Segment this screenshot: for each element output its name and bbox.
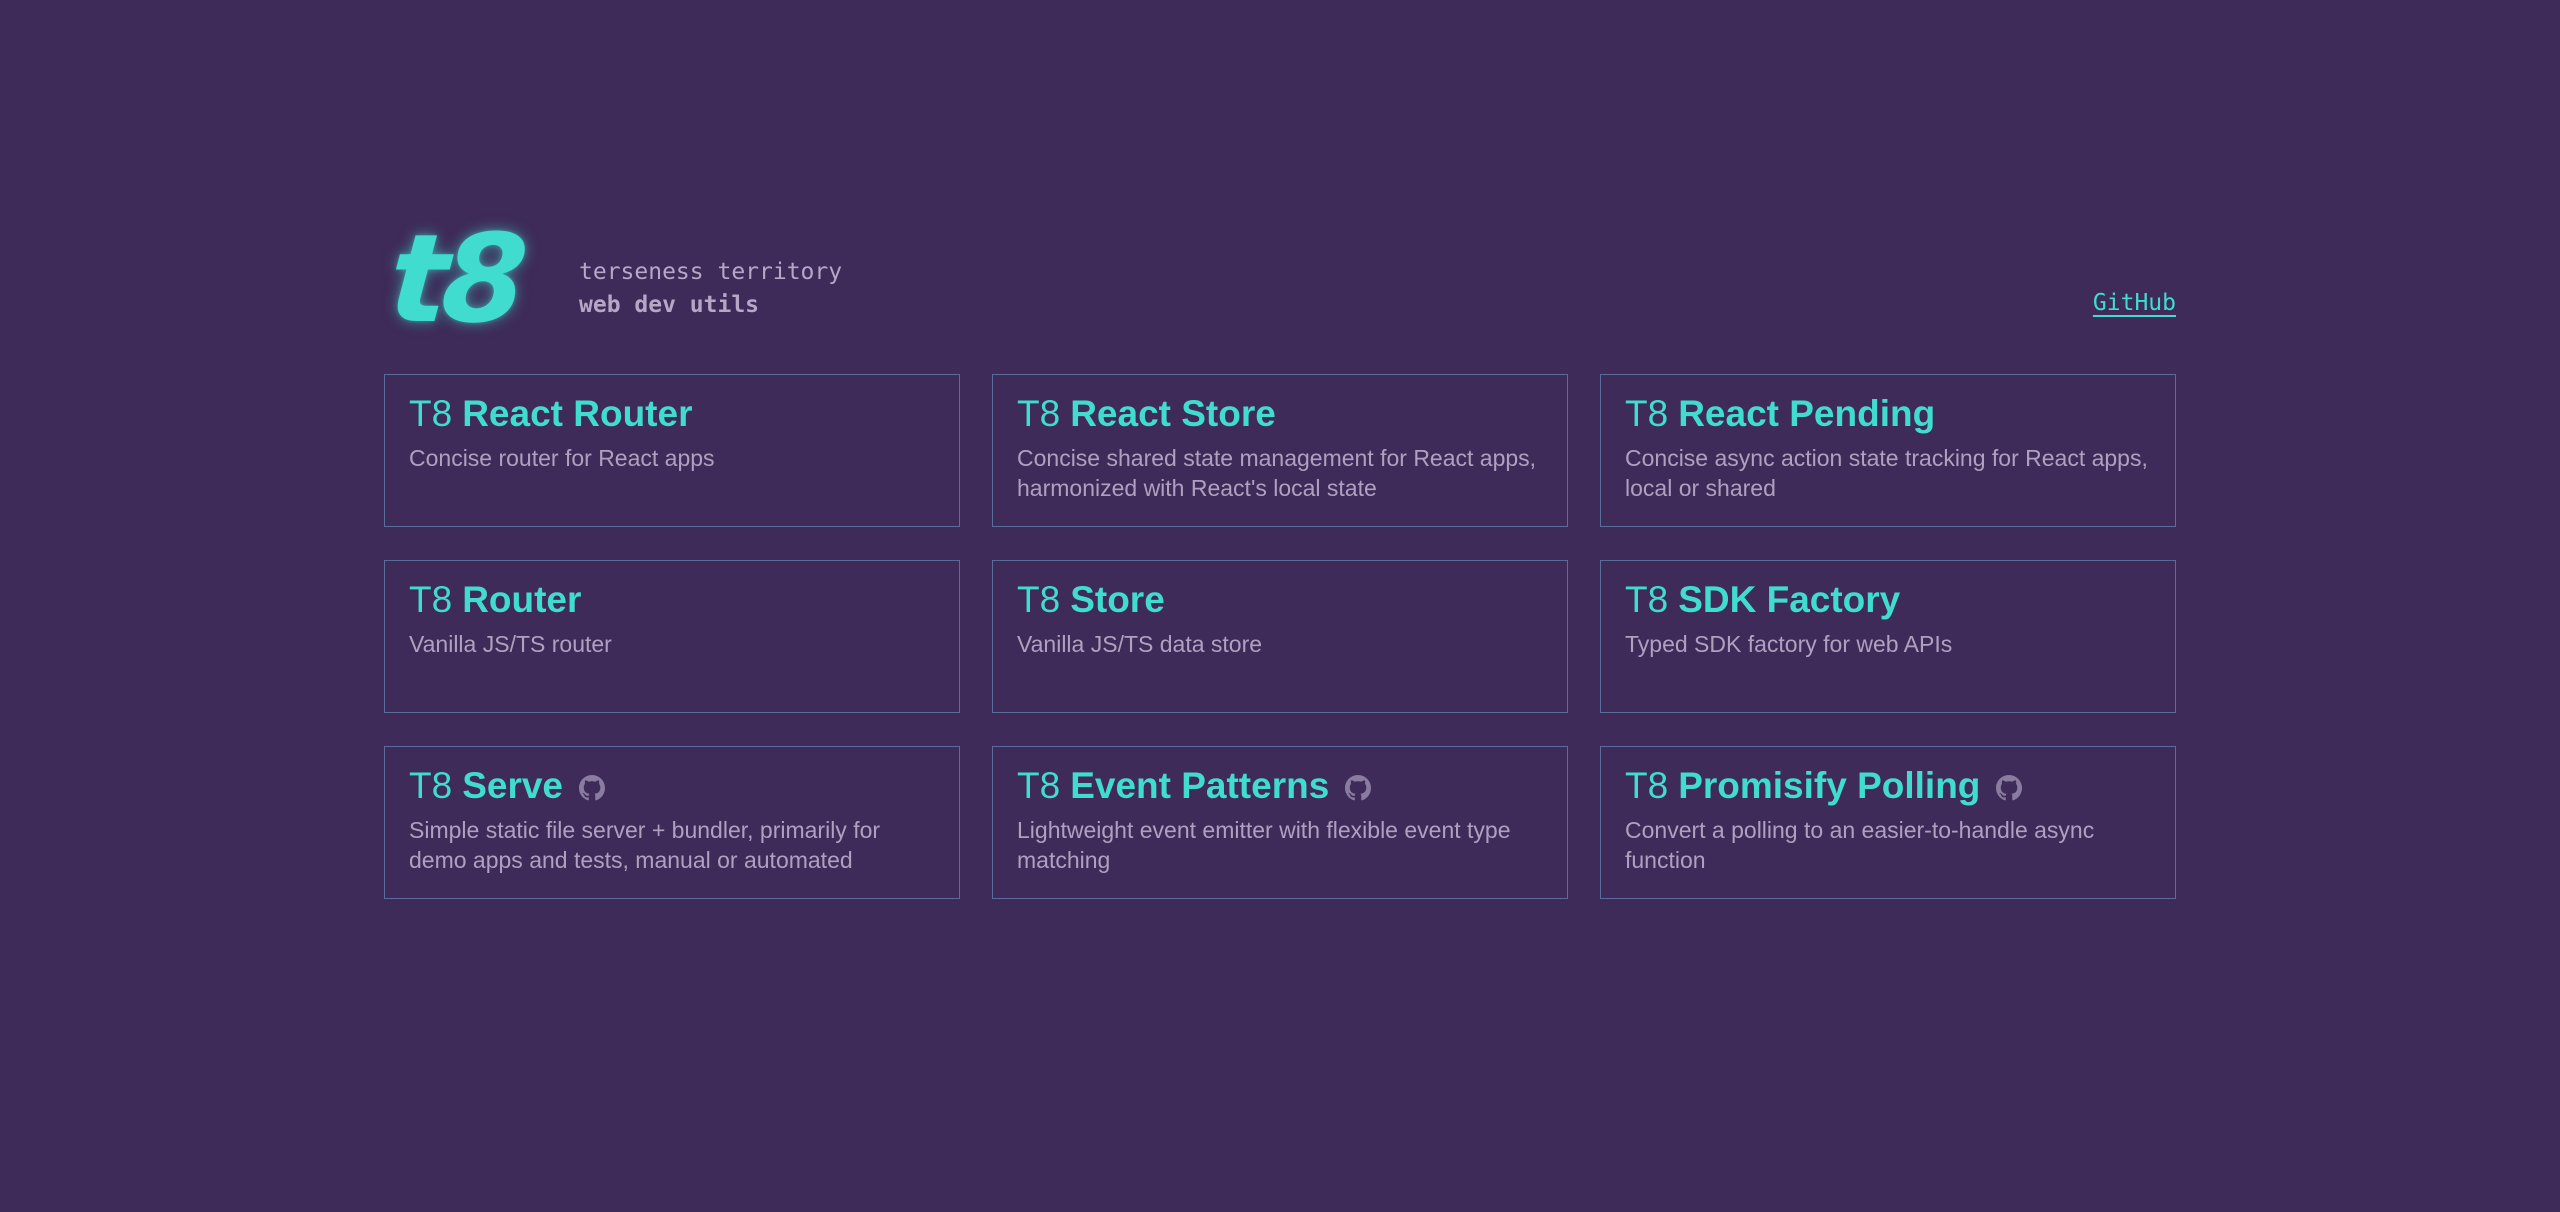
card-description: Concise router for React apps [409,445,715,471]
github-icon [1996,775,2023,801]
project-card-serve[interactable]: T8 Serve Simple static file server + bun… [384,746,960,899]
project-card-sdk-factory[interactable]: T8 SDK Factory Typed SDK factory for web… [1600,560,2176,713]
card-description: Concise async action state tracking for … [1625,445,2148,501]
card-title: T8 React Router [409,391,935,437]
card-title-name: React Pending [1678,393,1936,434]
project-card-event-patterns[interactable]: T8 Event Patterns Lightweight event emit… [992,746,1568,899]
card-title-prefix: T8 [1625,765,1669,806]
project-card-react-pending[interactable]: T8 React Pending Concise async action st… [1600,374,2176,527]
tagline: terseness territory web dev utils [579,256,842,322]
card-title: T8 SDK Factory [1625,577,2151,623]
project-card-store[interactable]: T8 Store Vanilla JS/TS data store [992,560,1568,713]
tagline-terseness: terseness territory [579,259,843,285]
card-description: Vanilla JS/TS router [409,631,612,657]
card-description: Typed SDK factory for web APIs [1625,631,1953,657]
project-card-react-router[interactable]: T8 React Router Concise router for React… [384,374,960,527]
logo[interactable]: t8 [385,208,526,350]
card-title-prefix: T8 [1625,393,1669,434]
card-title-name: Store [1070,579,1165,620]
tagline-web-dev-utils: web dev utils [579,292,760,318]
project-card-react-store[interactable]: T8 React Store Concise shared state mana… [992,374,1568,527]
card-title: T8 React Store [1017,391,1543,437]
card-title: T8 Event Patterns [1017,763,1543,809]
card-title-prefix: T8 [1017,393,1061,434]
card-description: Vanilla JS/TS data store [1017,631,1263,657]
card-title-prefix: T8 [1017,765,1061,806]
project-grid: T8 React Router Concise router for React… [384,374,2176,899]
project-card-promisify-polling[interactable]: T8 Promisify Polling Convert a polling t… [1600,746,2176,899]
card-title-name: Event Patterns [1070,765,1330,806]
github-link[interactable]: GitHub [2093,290,2176,316]
card-title-name: SDK Factory [1678,579,1901,620]
card-title-name: Promisify Polling [1678,765,1981,806]
card-title-name: React Store [1070,393,1276,434]
card-description: Concise shared state management for Reac… [1017,445,1537,501]
github-icon [1345,775,1372,801]
card-title-prefix: T8 [1625,579,1669,620]
card-title: T8 Store [1017,577,1543,623]
card-title: T8 React Pending [1625,391,2151,437]
card-description: Lightweight event emitter with flexible … [1017,817,1511,873]
card-title: T8 Promisify Polling [1625,763,2151,809]
page: t8 terseness territory web dev utils Git… [384,208,2176,899]
card-title-prefix: T8 [1017,579,1061,620]
project-card-router[interactable]: T8 Router Vanilla JS/TS router [384,560,960,713]
header: t8 terseness territory web dev utils Git… [384,208,2176,374]
card-description: Simple static file server + bundler, pri… [409,817,881,873]
card-title-name: Serve [462,765,563,806]
github-icon [579,775,605,801]
card-title: T8 Router [409,577,935,623]
card-title-name: Router [462,579,582,620]
card-description: Convert a polling to an easier-to-handle… [1625,817,2095,873]
card-title-prefix: T8 [409,765,453,806]
card-title-prefix: T8 [409,393,453,434]
card-title-prefix: T8 [409,579,453,620]
card-title: T8 Serve [409,763,935,809]
card-title-name: React Router [462,393,693,434]
